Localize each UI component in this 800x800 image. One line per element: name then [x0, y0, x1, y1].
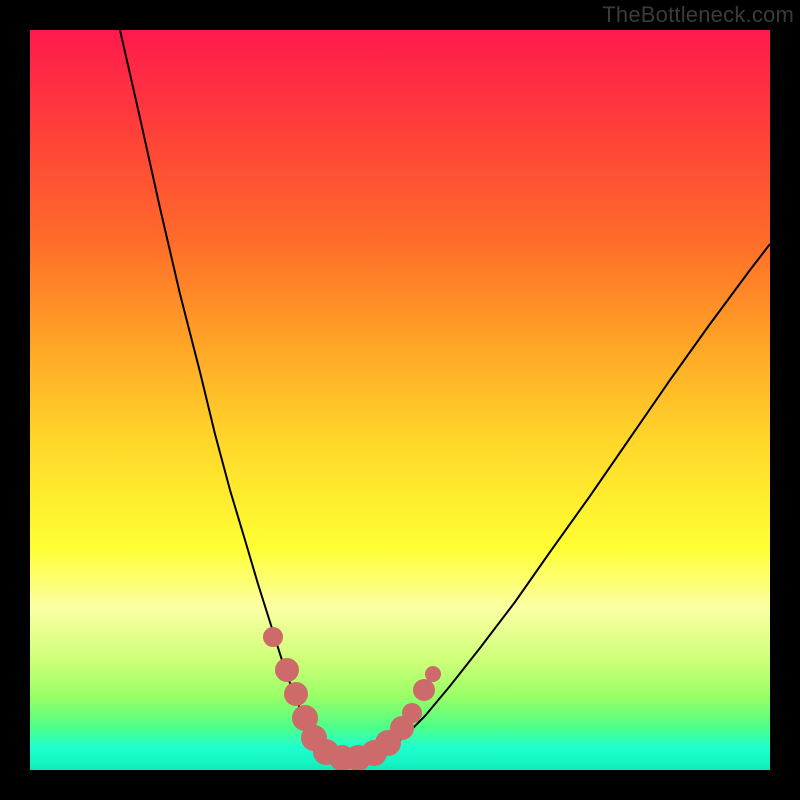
curve-marker — [413, 679, 435, 701]
chart-frame: TheBottleneck.com — [0, 0, 800, 800]
curve-marker — [425, 666, 441, 682]
chart-svg — [30, 30, 770, 770]
watermark-text: TheBottleneck.com — [602, 2, 794, 28]
curve-marker — [402, 703, 422, 723]
plot-area — [30, 30, 770, 770]
curve-marker — [284, 682, 308, 706]
marker-group — [263, 627, 441, 770]
curve-marker — [263, 627, 283, 647]
bottleneck-curve — [120, 30, 770, 760]
curve-marker — [275, 658, 299, 682]
